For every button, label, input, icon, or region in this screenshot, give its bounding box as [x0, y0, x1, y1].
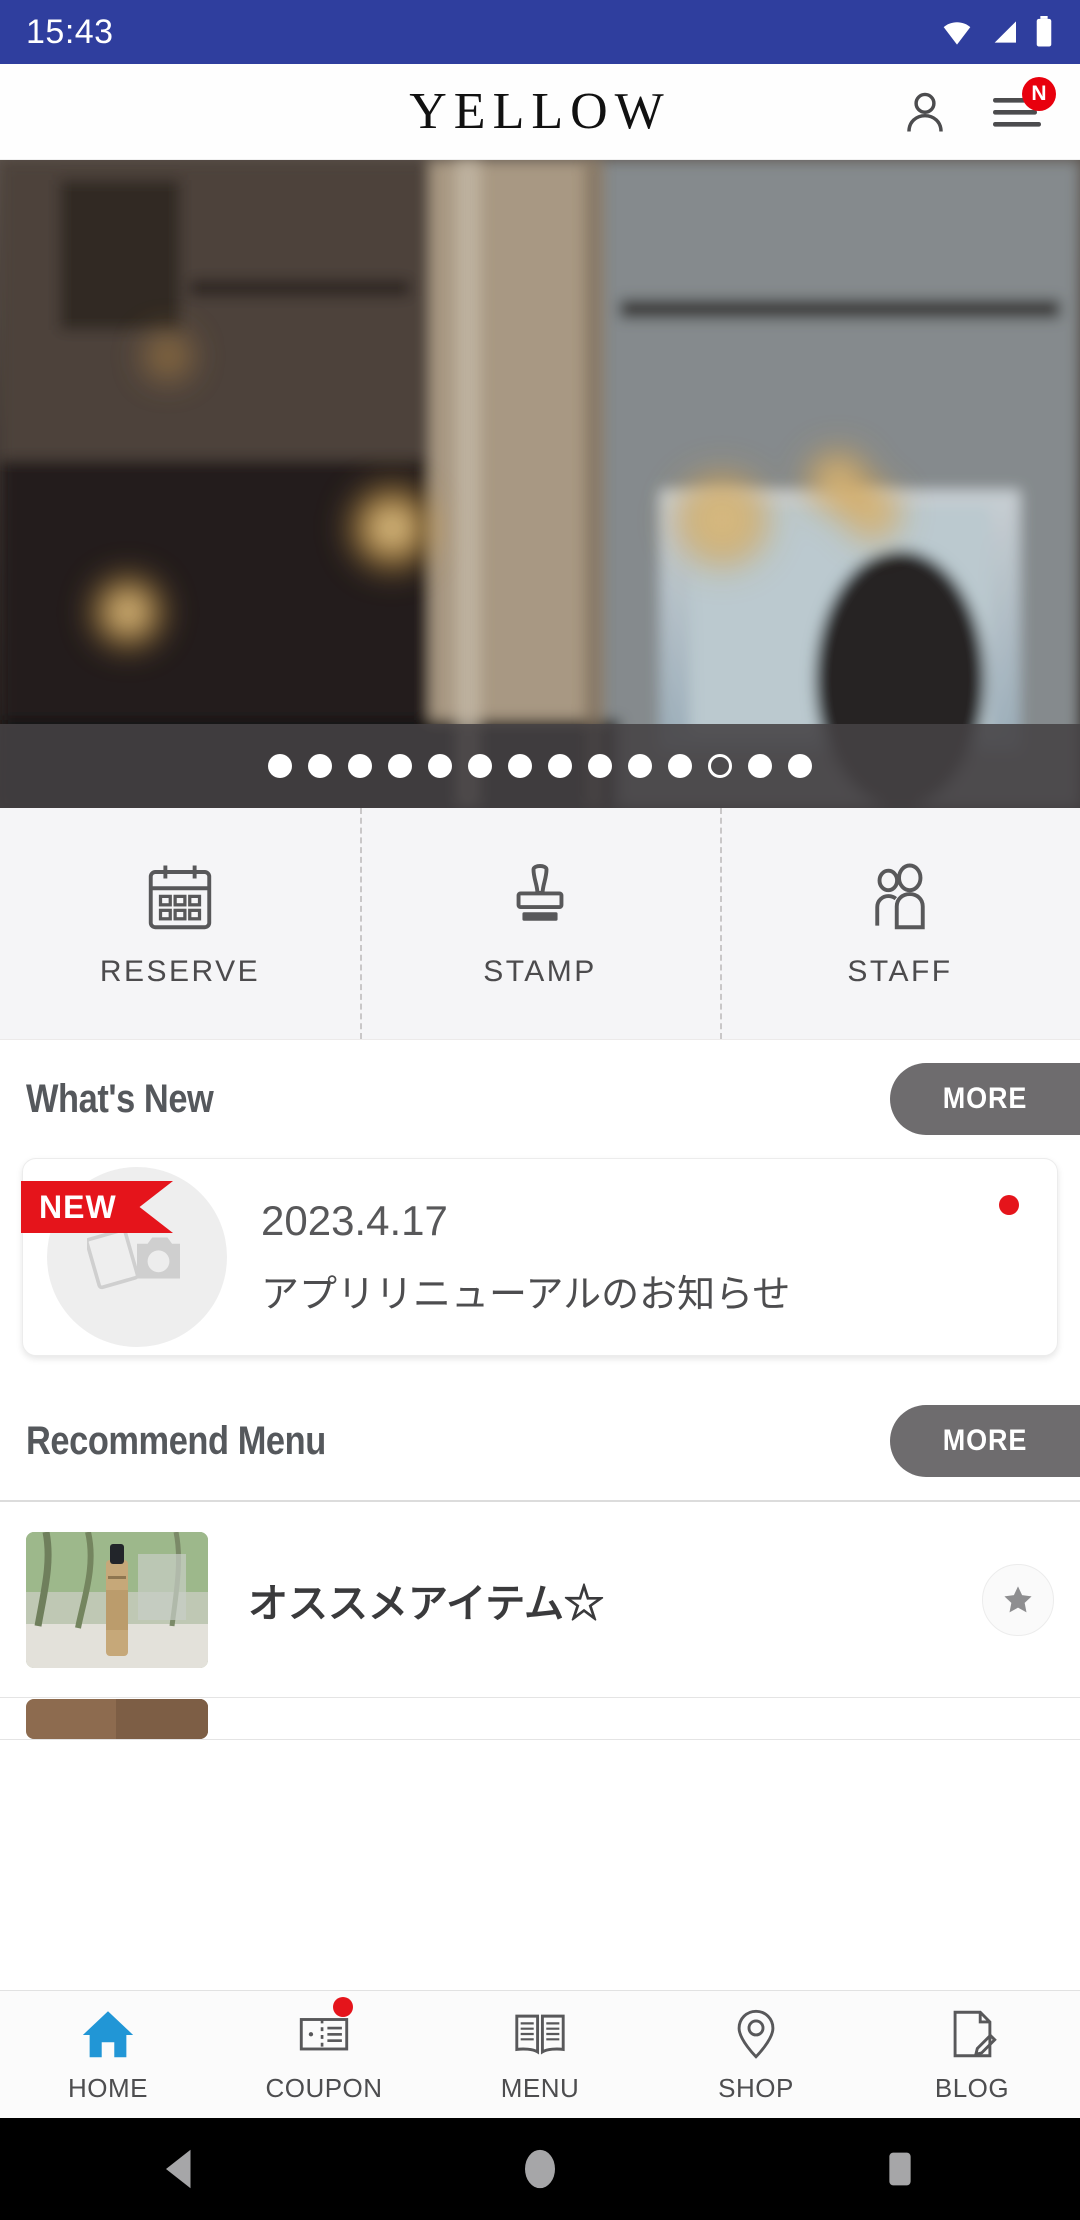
- quick-action-stamp[interactable]: STAMP: [360, 808, 720, 1039]
- recommend-menu-more-button[interactable]: MORE: [890, 1405, 1080, 1477]
- menu-item-thumbnail: [26, 1531, 208, 1668]
- menu-item-favorite-button[interactable]: [982, 1563, 1054, 1636]
- nav-item-home[interactable]: HOME: [0, 1991, 216, 2118]
- system-home-button[interactable]: [460, 2118, 620, 2220]
- system-recents-button[interactable]: [820, 2118, 980, 2220]
- carousel-dot-active[interactable]: [708, 754, 732, 778]
- battery-icon: [1036, 16, 1052, 47]
- pin-icon: [737, 2009, 775, 2059]
- nav-item-blog[interactable]: BLOG: [864, 1991, 1080, 2118]
- coupon-badge-dot: [332, 1997, 353, 2017]
- header-actions: N: [896, 76, 1080, 141]
- person-icon: [907, 92, 943, 132]
- status-bar: 15:43: [0, 0, 1080, 64]
- quick-action-label: STAFF: [847, 954, 953, 988]
- app-header: YELLOW N: [0, 64, 1080, 160]
- carousel-dot[interactable]: [668, 754, 692, 778]
- carousel-dot[interactable]: [748, 754, 772, 778]
- carousel-dot[interactable]: [308, 754, 332, 778]
- carousel-dot[interactable]: [388, 754, 412, 778]
- nav-item-menu[interactable]: MENU: [432, 1991, 648, 2118]
- app-screen: 15:43 YELLOW N RESERVE STAMP STAFF What'…: [0, 0, 1080, 2220]
- account-button[interactable]: [896, 83, 954, 141]
- carousel-dot[interactable]: [588, 754, 612, 778]
- quick-actions: RESERVE STAMP STAFF: [0, 808, 1080, 1040]
- carousel-dot[interactable]: [468, 754, 492, 778]
- bottom-navigation: HOME COUPON MENU SHOP BLOG: [0, 1990, 1080, 2118]
- nav-label-shop: SHOP: [718, 2073, 794, 2103]
- menu-button[interactable]: N: [988, 76, 1056, 141]
- menu-item-thumbnail: [26, 1698, 208, 1739]
- carousel-dot[interactable]: [628, 754, 652, 778]
- section-title-whats-new: What's New: [26, 1076, 214, 1121]
- signal-icon: [994, 21, 1016, 43]
- android-system-nav: [0, 2118, 1080, 2220]
- news-card[interactable]: NEW 2023.4.17 アプリリニューアルのお知らせ: [21, 1158, 1058, 1356]
- status-time: 15:43: [26, 12, 114, 51]
- home-icon: [82, 2011, 134, 2058]
- home-circle-icon: [525, 2149, 555, 2189]
- whats-new-list: NEW 2023.4.17 アプリリニューアルのお知らせ: [0, 1158, 1080, 1382]
- back-triangle-icon: [166, 2149, 191, 2189]
- nav-label-menu: MENU: [500, 2073, 580, 2103]
- quick-action-staff[interactable]: STAFF: [720, 808, 1080, 1039]
- nav-item-coupon[interactable]: COUPON: [216, 1991, 432, 2118]
- quick-action-label: STAMP: [483, 954, 597, 988]
- people-icon: [875, 863, 925, 929]
- wifi-icon: [943, 22, 971, 45]
- blog-icon: [953, 2010, 997, 2058]
- quick-action-label: RESERVE: [99, 954, 261, 988]
- whats-new-more-button[interactable]: MORE: [890, 1063, 1080, 1135]
- nav-label-coupon: COUPON: [265, 2073, 383, 2103]
- carousel-dot[interactable]: [508, 754, 532, 778]
- product-photo: [26, 1531, 208, 1668]
- menu-item-row-partial[interactable]: [0, 1698, 1080, 1740]
- product-photo: [26, 1698, 208, 1739]
- quick-action-reserve[interactable]: RESERVE: [0, 808, 360, 1039]
- recents-square-icon: [889, 2152, 911, 2186]
- recommend-menu-header: Recommend Menu MORE: [0, 1382, 1080, 1500]
- nav-label-home: HOME: [68, 2073, 148, 2103]
- news-title: アプリリニューアルのお知らせ: [261, 1273, 791, 1316]
- news-date: 2023.4.17: [261, 1196, 448, 1244]
- status-icons: [940, 16, 1054, 48]
- menu-item-title: オススメアイテム☆: [248, 1581, 604, 1626]
- calendar-icon: [148, 865, 212, 929]
- more-label: MORE: [942, 1424, 1028, 1457]
- carousel-dot[interactable]: [548, 754, 572, 778]
- news-unread-dot: [999, 1195, 1019, 1215]
- nav-item-shop[interactable]: SHOP: [648, 1991, 864, 2118]
- carousel-dot[interactable]: [268, 754, 292, 778]
- system-back-button[interactable]: [100, 2118, 260, 2220]
- carousel-dots[interactable]: [0, 724, 1080, 808]
- star-icon: [1004, 1585, 1032, 1612]
- hero-image: [0, 160, 1080, 808]
- carousel-dot[interactable]: [428, 754, 452, 778]
- nav-label-blog: BLOG: [934, 2073, 1010, 2103]
- carousel-dot[interactable]: [348, 754, 372, 778]
- more-label: MORE: [942, 1082, 1028, 1115]
- carousel-dot[interactable]: [788, 754, 812, 778]
- book-icon: [515, 2014, 565, 2055]
- hero-carousel[interactable]: [0, 160, 1080, 808]
- news-body: 2023.4.17 アプリリニューアルのお知らせ: [261, 1197, 790, 1318]
- section-title-recommend-menu: Recommend Menu: [26, 1418, 326, 1463]
- stamp-icon: [516, 863, 564, 921]
- menu-new-badge: N: [1022, 76, 1056, 111]
- whats-new-header: What's New MORE: [0, 1040, 1080, 1158]
- recommend-menu-list: オススメアイテム☆: [0, 1500, 1080, 1740]
- menu-item-row[interactable]: オススメアイテム☆: [0, 1502, 1080, 1698]
